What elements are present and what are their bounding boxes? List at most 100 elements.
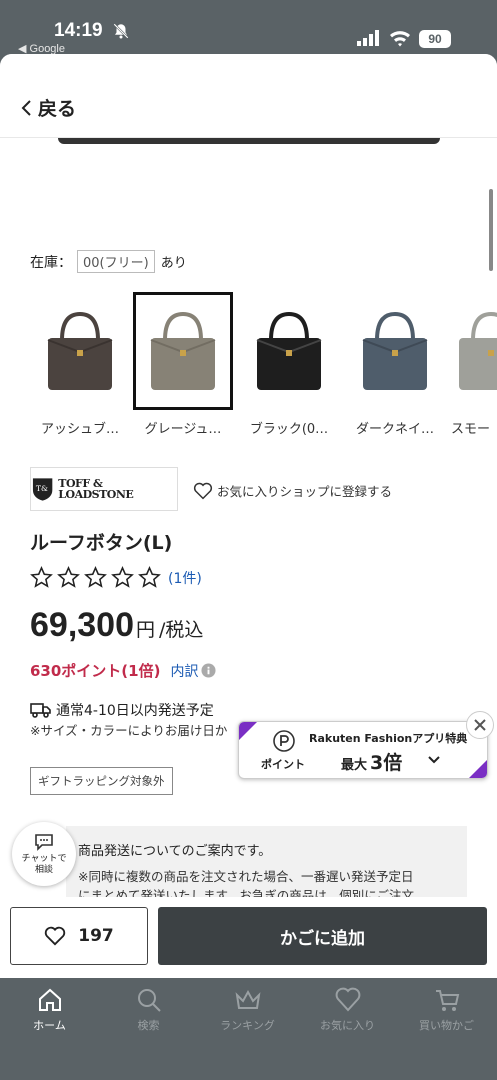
tab-home[interactable]: ホーム — [0, 986, 99, 1033]
back-label: 戻る — [38, 98, 77, 120]
bell-off-icon — [113, 23, 129, 39]
status-time: 14:19 — [54, 20, 103, 41]
gift-wrapping-badge: ギフトラッピング対象外 — [30, 767, 173, 795]
color-swatch-selected[interactable]: グレージュ… — [133, 292, 233, 437]
stock-row: 在庫： 00(フリー) あり — [30, 250, 187, 273]
tab-cart[interactable]: 買い物かご — [397, 986, 496, 1033]
like-count: 197 — [78, 926, 114, 946]
brand-crest-icon: T& — [32, 478, 53, 501]
crown-icon — [235, 989, 260, 1009]
add-to-cart-button[interactable]: かごに追加 — [158, 907, 487, 965]
promo-multiplier: 最大 3倍 — [341, 748, 402, 775]
promo-multiplier-prefix: 最大 — [341, 758, 368, 773]
scrollbar[interactable] — [489, 189, 493, 271]
shipping-estimate-text: 通常4-10日以内発送予定 — [56, 703, 214, 719]
chevron-left-icon — [21, 99, 31, 116]
price-tax-label: /税込 — [159, 619, 204, 641]
favorite-shop-label: お気に入りショップに登録する — [217, 484, 393, 499]
star-empty-icon — [111, 566, 134, 588]
points-value: 630ポイント(1倍) — [30, 662, 161, 680]
points-breakdown-link[interactable]: 内訳 — [170, 661, 198, 681]
color-swatch[interactable]: スモー — [451, 292, 497, 437]
bag-icon — [256, 311, 322, 390]
price-row: 69,300 円 /税込 — [30, 606, 203, 645]
chat-label: チャットで 相談 — [22, 854, 67, 876]
color-swatch[interactable]: ブラック(0… — [239, 292, 339, 437]
app-promo-banner[interactable]: ポイント Rakuten Fashionアプリ特典 最大 3倍 — [238, 721, 488, 779]
promo-multiplier-value: 3倍 — [370, 752, 403, 774]
promo-corner-decoration — [239, 722, 258, 741]
bag-icon — [459, 311, 497, 390]
tab-favorites[interactable]: お気に入り — [298, 986, 397, 1033]
color-label: スモー — [451, 422, 491, 437]
price: 69,300 — [30, 606, 134, 644]
chevron-down-icon — [428, 756, 440, 764]
bottom-tab-bar: ホーム 検索 ランキング お気に入り 買い物かご — [0, 978, 497, 1080]
bag-icon — [150, 311, 216, 390]
rating-stars[interactable]: (1件) — [30, 566, 202, 589]
promo-corner-decoration — [468, 759, 487, 778]
close-icon — [474, 719, 486, 731]
star-empty-icon — [30, 566, 53, 588]
bag-icon — [47, 311, 113, 390]
points-row: 630ポイント(1倍) 内訳 — [30, 660, 216, 681]
product-image[interactable] — [58, 138, 440, 144]
color-label: アッシュブ… — [40, 422, 119, 437]
rakuten-point-icon — [273, 730, 295, 752]
stock-status: あり — [160, 256, 187, 271]
stock-size-chip: 00(フリー) — [77, 250, 155, 273]
review-count-link[interactable]: (1件) — [168, 568, 202, 588]
battery-indicator: 90 — [419, 30, 451, 48]
promo-point-label: ポイント — [261, 758, 305, 771]
heart-icon — [335, 987, 360, 1012]
price-currency: 円 — [136, 619, 156, 641]
tab-ranking[interactable]: ランキング — [198, 986, 297, 1033]
color-swatch[interactable]: アッシュブ… — [30, 292, 130, 437]
signal-icon — [357, 30, 379, 46]
tab-label: お気に入り — [320, 1019, 375, 1032]
top-nav: 戻る — [0, 54, 497, 138]
tab-search[interactable]: 検索 — [99, 986, 198, 1033]
notice-title: 商品発送についてのご案内です。 — [78, 844, 272, 859]
back-button[interactable]: 戻る — [20, 94, 76, 121]
heart-outline-icon — [193, 482, 213, 499]
star-empty-icon — [57, 566, 80, 588]
color-label: ブラック(0… — [249, 422, 329, 437]
chat-bubble-icon — [35, 834, 53, 851]
heart-outline-icon — [45, 926, 66, 946]
bottom-action-bar: 197 かごに追加 — [0, 897, 497, 978]
color-label: ダークネイ… — [355, 422, 434, 437]
status-bar: 14:19 ◀ Google 90 — [0, 0, 497, 58]
brand-logo[interactable]: T& TOFF & LOADSTONE — [30, 467, 178, 511]
search-icon — [137, 989, 161, 1012]
notice-line: ※同時に複数の商品を注文された場合、一番遅い発送予定日 — [78, 869, 414, 884]
svg-text:T&: T& — [36, 484, 48, 493]
favorite-shop-button[interactable]: お気に入りショップに登録する — [193, 481, 392, 500]
chat-label-line: チャットで — [21, 854, 67, 864]
stock-label: 在庫： — [30, 254, 72, 271]
bag-icon — [362, 311, 428, 390]
truck-icon — [30, 703, 51, 718]
tab-label: 買い物かご — [419, 1019, 474, 1032]
star-empty-icon — [138, 566, 161, 588]
chat-consult-button[interactable]: チャットで 相談 — [12, 822, 76, 886]
color-swatch[interactable]: ダークネイ… — [345, 292, 445, 437]
product-title: ルーフボタン(L) — [30, 532, 173, 554]
brand-name: TOFF & LOADSTONE — [58, 477, 134, 501]
promo-close-button[interactable] — [466, 711, 494, 739]
chat-label-line: 相談 — [34, 865, 53, 875]
wifi-icon — [390, 31, 410, 47]
product-page: 戻る 在庫： 00(フリー) あり アッシュブ… グレージュ… ブラック(0… … — [0, 54, 497, 978]
tab-label: ホーム — [33, 1019, 66, 1032]
color-label: グレージュ… — [144, 422, 222, 437]
info-icon[interactable] — [201, 663, 216, 678]
tab-label: ランキング — [220, 1019, 275, 1032]
shipping-estimate: 通常4-10日以内発送予定 — [30, 700, 214, 720]
star-empty-icon — [84, 566, 107, 588]
tab-label: 検索 — [137, 1019, 160, 1032]
promo-title: Rakuten Fashionアプリ特典 — [309, 732, 468, 745]
shipping-note: ※サイズ・カラーによりお届け日か — [30, 723, 228, 738]
like-button[interactable]: 197 — [10, 907, 148, 965]
home-icon — [38, 988, 61, 1011]
color-swatch-list: アッシュブ… グレージュ… ブラック(0… ダークネイ… スモー — [30, 292, 497, 442]
